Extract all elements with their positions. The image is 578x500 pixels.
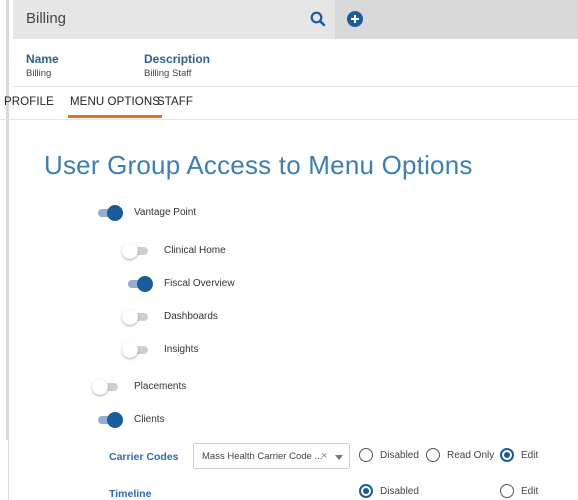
clear-icon[interactable]: ×	[321, 450, 327, 462]
toggle-switch[interactable]	[92, 205, 123, 221]
radio-label: Disabled	[380, 486, 419, 497]
name-field: Name Billing	[26, 52, 59, 79]
carrier-codes-edit-radio[interactable]	[500, 448, 514, 462]
menu-option-label: Clinical Home	[164, 245, 226, 256]
timeline-edit-radio[interactable]	[500, 484, 514, 498]
left-rail	[0, 0, 9, 500]
menu-option-label: Fiscal Overview	[164, 278, 235, 289]
toggle-switch[interactable]	[122, 243, 152, 259]
menu-option-label: Insights	[164, 344, 199, 355]
divider	[13, 86, 578, 87]
name-label: Name	[26, 52, 59, 66]
carrier-codes-disabled-radio[interactable]	[359, 448, 373, 462]
carrier-codes-read-only-radio[interactable]	[426, 448, 440, 462]
name-value: Billing	[26, 68, 52, 79]
chevron-down-icon[interactable]	[335, 455, 343, 460]
radio-label: Disabled	[380, 450, 419, 461]
menu-option-label: Dashboards	[164, 311, 218, 322]
radio-label: Edit	[521, 486, 539, 497]
carrier-code-select[interactable]: Mass Health Carrier Code ... ×	[193, 443, 350, 469]
title-bar: Billing	[13, 0, 335, 39]
radio-label: Read Only	[447, 450, 495, 461]
search-icon[interactable]	[309, 10, 327, 28]
carrier-code-select-value: Mass Health Carrier Code ...	[202, 451, 323, 462]
menu-option-label: Clients	[134, 414, 165, 425]
tab-profile[interactable]: PROFILE	[4, 96, 54, 108]
timeline-disabled-radio[interactable]	[359, 484, 373, 498]
radio-label: Edit	[521, 450, 539, 461]
toggle-switch[interactable]	[122, 309, 152, 325]
plus-circle-icon[interactable]	[346, 10, 364, 28]
divider	[0, 119, 578, 120]
toggle-switch[interactable]	[92, 412, 123, 428]
toggle-switch[interactable]	[122, 276, 153, 292]
tab-staff[interactable]: STAFF	[157, 96, 193, 108]
toggle-switch[interactable]	[122, 342, 152, 358]
menu-option-label: Placements	[134, 381, 187, 392]
toggle-switch[interactable]	[92, 379, 122, 395]
description-label: Description	[144, 52, 211, 66]
description-value: Billing Staff	[144, 68, 192, 79]
page-title: User Group Access to Menu Options	[44, 150, 473, 180]
group-title: Billing	[26, 10, 67, 27]
menu-option-label: Vantage Point	[134, 207, 197, 218]
tab-menu-options[interactable]: MENU OPTIONS	[67, 96, 163, 118]
carrier-codes-label: Carrier Codes	[109, 451, 179, 463]
timeline-label: Timeline	[109, 488, 152, 500]
open-tabs-area	[335, 0, 578, 39]
left-rail-scrollbar[interactable]	[6, 0, 9, 440]
tab-bar: PROFILE MENU OPTIONS STAFF	[0, 92, 578, 120]
description-field: Description Billing Staff	[144, 52, 210, 79]
